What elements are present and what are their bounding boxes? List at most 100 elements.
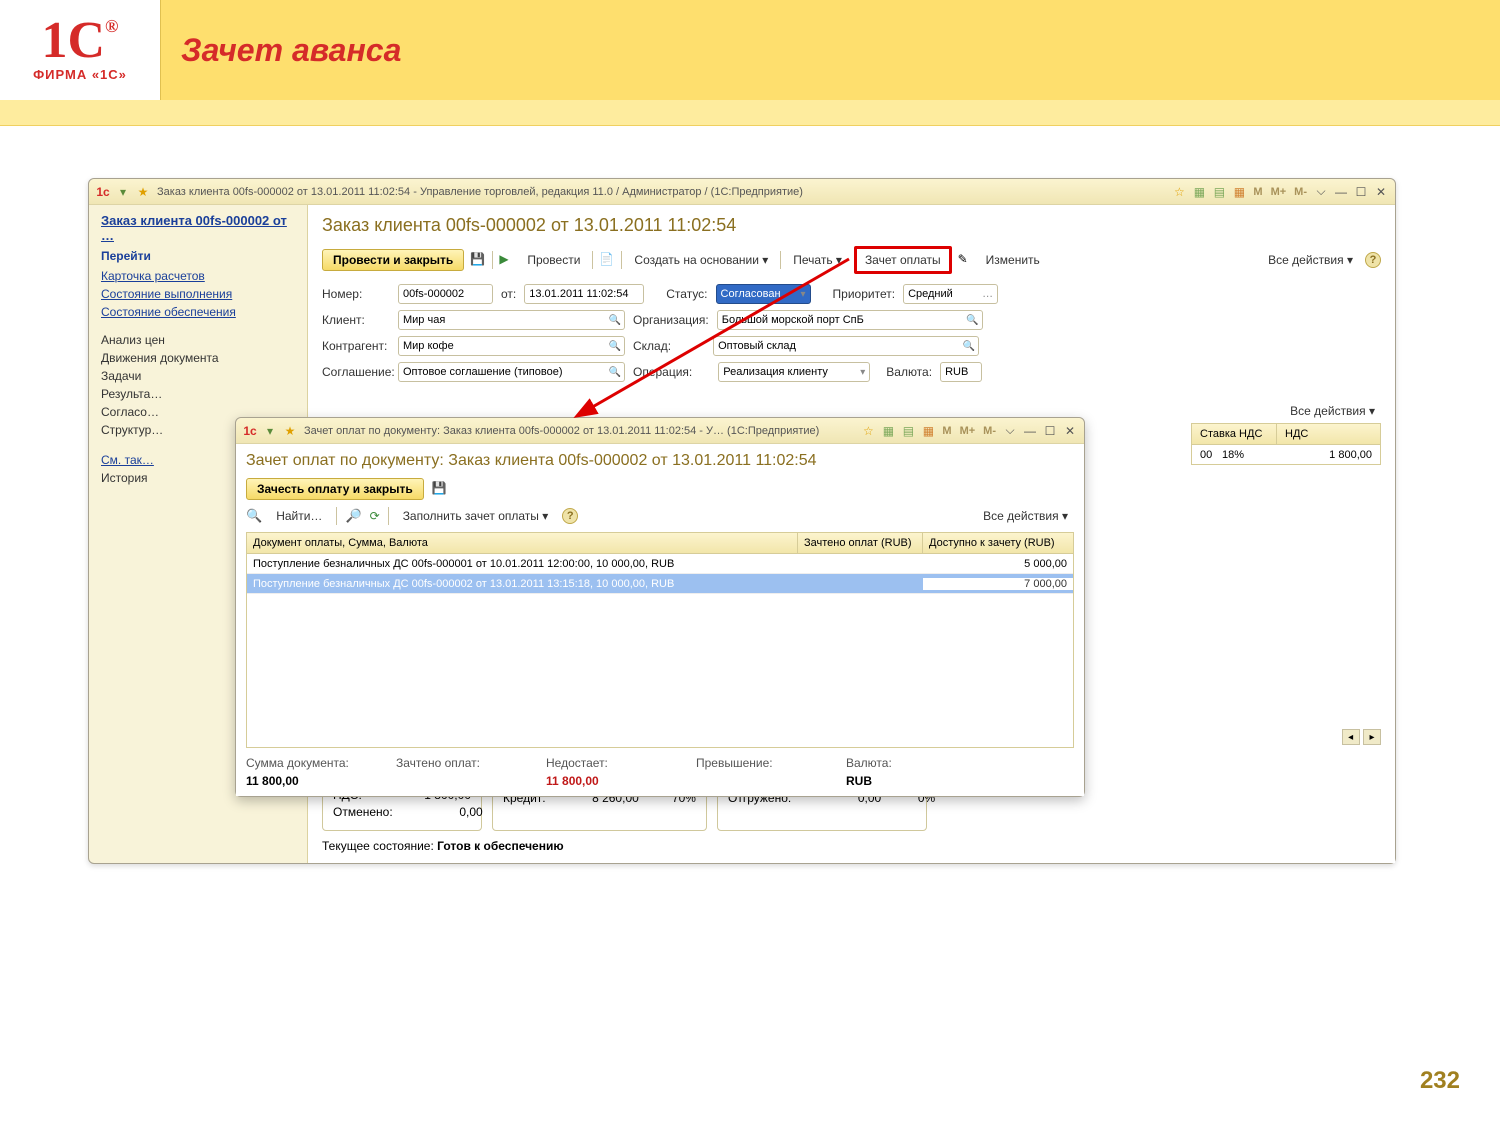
page-header: 1C® ФИРМА «1С» Зачет аванса <box>0 0 1500 100</box>
create-based-button[interactable]: Создать на основании ▾ <box>628 250 774 270</box>
all-actions-button[interactable]: Все действия ▾ <box>1262 250 1359 270</box>
val-cancel: 0,00 <box>413 805 483 819</box>
lbl-status: Статус: <box>666 287 707 301</box>
close-icon[interactable]: ✕ <box>1062 423 1078 439</box>
credit-payment-button-highlight: Зачет оплаты <box>854 246 952 274</box>
find-button[interactable]: Найти… <box>270 506 328 526</box>
edit-icon[interactable]: ✎ <box>958 252 974 268</box>
close-icon[interactable]: ✕ <box>1373 184 1389 200</box>
help-icon[interactable]: ? <box>562 508 578 524</box>
col-vat[interactable]: НДС <box>1277 424 1380 444</box>
fld-agreement[interactable]: Оптовое соглашение (типовое) <box>398 362 625 382</box>
fill-credit-button[interactable]: Заполнить зачет оплаты ▾ <box>397 506 555 526</box>
restore-down-icon[interactable]: ⌵ <box>1002 423 1018 439</box>
maximize-icon[interactable]: ☐ <box>1353 184 1369 200</box>
edit-button[interactable]: Изменить <box>980 250 1046 270</box>
title-col: Зачет аванса <box>160 0 1500 100</box>
post-button[interactable]: Провести <box>521 250 586 270</box>
grid-icon[interactable]: ▦ <box>880 423 896 439</box>
col-credited[interactable]: Зачтено оплат (RUB) <box>798 533 923 553</box>
credit-toolbar-top: Зачесть оплату и закрыть 💾 <box>246 478 1074 500</box>
star-icon[interactable]: ☆ <box>1171 184 1187 200</box>
fld-status[interactable]: Согласован <box>716 284 811 304</box>
credit-footer: Сумма документа:11 800,00 Зачтено оплат:… <box>246 748 1074 788</box>
minimize-icon[interactable]: — <box>1022 423 1038 439</box>
fld-operation[interactable]: Реализация клиенту <box>718 362 870 382</box>
nav-results[interactable]: Результа… <box>101 387 295 401</box>
m-plus-icon[interactable]: M+ <box>958 425 978 437</box>
nav-supply-state[interactable]: Состояние обеспечения <box>101 305 295 319</box>
post-icon[interactable]: ▶ <box>499 252 515 268</box>
calc-icon[interactable]: ▤ <box>1211 184 1227 200</box>
grid-body: Поступление безналичных ДС 00fs-000001 о… <box>246 554 1074 748</box>
grid-row[interactable]: Поступление безналичных ДС 00fs-000001 о… <box>247 554 1073 574</box>
col-available[interactable]: Доступно к зачету (RUB) <box>923 533 1073 553</box>
page-title: Зачет аванса <box>181 32 401 69</box>
lbl-contragent: Контрагент: <box>322 339 390 353</box>
nav-card[interactable]: Карточка расчетов <box>101 269 295 283</box>
fld-priority[interactable]: Средний <box>903 284 998 304</box>
main-window: 1c ▾ ★ Заказ клиента 00fs-000002 от 13.0… <box>88 178 1396 864</box>
credit-and-close-button[interactable]: Зачесть оплату и закрыть <box>246 478 424 500</box>
calendar-icon[interactable]: ▦ <box>1231 184 1247 200</box>
star-icon[interactable]: ★ <box>282 423 298 439</box>
doc-icon[interactable]: 📄 <box>599 252 615 268</box>
credit-all-actions[interactable]: Все действия ▾ <box>977 506 1074 526</box>
clear-find-icon[interactable]: 🔎 <box>345 508 361 524</box>
maximize-icon[interactable]: ☐ <box>1042 423 1058 439</box>
credit-window-title: Зачет оплат по документу: Заказ клиента … <box>304 425 854 437</box>
cell-doc: Поступление безналичных ДС 00fs-000001 о… <box>247 558 798 570</box>
lbl-excess: Превышение: <box>696 756 806 770</box>
lbl-client: Клиент: <box>322 313 390 327</box>
fld-currency[interactable]: RUB <box>940 362 982 382</box>
fld-warehouse[interactable]: Оптовый склад <box>713 336 979 356</box>
grid-icon[interactable]: ▦ <box>1191 184 1207 200</box>
fld-client[interactable]: Мир чая <box>398 310 625 330</box>
fld-number[interactable]: 00fs-000002 <box>398 284 493 304</box>
credit-titlebar[interactable]: 1c ▾ ★ Зачет оплат по документу: Заказ к… <box>236 418 1084 444</box>
restore-down-icon[interactable]: ⌵ <box>1313 184 1329 200</box>
star-icon[interactable]: ☆ <box>860 423 876 439</box>
calendar-icon[interactable]: ▦ <box>920 423 936 439</box>
nav-doc-title[interactable]: Заказ клиента 00fs-000002 от … <box>101 213 295 243</box>
logo-mark: 1C® <box>41 18 118 65</box>
m-plus-icon[interactable]: M+ <box>1269 186 1289 198</box>
dropdown-icon[interactable]: ▾ <box>115 184 131 200</box>
lbl-credited: Зачтено оплат: <box>396 756 506 770</box>
nav-movements[interactable]: Движения документа <box>101 351 295 365</box>
print-button[interactable]: Печать ▾ <box>787 250 848 270</box>
minimize-icon[interactable]: — <box>1333 184 1349 200</box>
doc-title: Заказ клиента 00fs-000002 от 13.01.2011 … <box>322 215 1381 236</box>
table-all-actions[interactable]: Все действия ▾ <box>1284 401 1381 421</box>
save-icon[interactable]: 💾 <box>470 252 486 268</box>
m-icon[interactable]: M <box>1251 186 1264 198</box>
m-minus-icon[interactable]: M- <box>1292 186 1309 198</box>
lbl-status-line: Текущее состояние: <box>322 839 434 853</box>
credit-payment-button[interactable]: Зачет оплаты <box>863 251 943 269</box>
fld-contragent[interactable]: Мир кофе <box>398 336 625 356</box>
nav-tasks[interactable]: Задачи <box>101 369 295 383</box>
col-doc[interactable]: Документ оплаты, Сумма, Валюта <box>247 533 798 553</box>
m-minus-icon[interactable]: M- <box>981 425 998 437</box>
lbl-priority: Приоритет: <box>833 287 896 301</box>
find-icon[interactable]: 🔍 <box>246 508 262 524</box>
col-vat-rate[interactable]: Ставка НДС <box>1192 424 1277 444</box>
lbl-warehouse: Склад: <box>633 339 671 353</box>
lbl-cancel: Отменено: <box>333 805 393 819</box>
cell-doc: Поступление безналичных ДС 00fs-000002 о… <box>247 578 798 590</box>
help-icon[interactable]: ? <box>1365 252 1381 268</box>
calc-icon[interactable]: ▤ <box>900 423 916 439</box>
fld-org[interactable]: Большой морской порт СпБ <box>717 310 983 330</box>
grid-row-selected[interactable]: Поступление безналичных ДС 00fs-000002 о… <box>247 574 1073 594</box>
save-icon[interactable]: 💾 <box>432 481 448 497</box>
post-and-close-button[interactable]: Провести и закрыть <box>322 249 464 271</box>
refresh-icon[interactable]: ⟳ <box>370 509 380 523</box>
table-row[interactable]: 00 18% 1 800,00 <box>1191 445 1381 465</box>
main-titlebar[interactable]: 1c ▾ ★ Заказ клиента 00fs-000002 от 13.0… <box>89 179 1395 205</box>
nav-exec-state[interactable]: Состояние выполнения <box>101 287 295 301</box>
dropdown-icon[interactable]: ▾ <box>262 423 278 439</box>
nav-price-analysis[interactable]: Анализ цен <box>101 333 295 347</box>
fld-from[interactable]: 13.01.2011 11:02:54 <box>524 284 644 304</box>
star-icon[interactable]: ★ <box>135 184 151 200</box>
m-icon[interactable]: M <box>940 425 953 437</box>
